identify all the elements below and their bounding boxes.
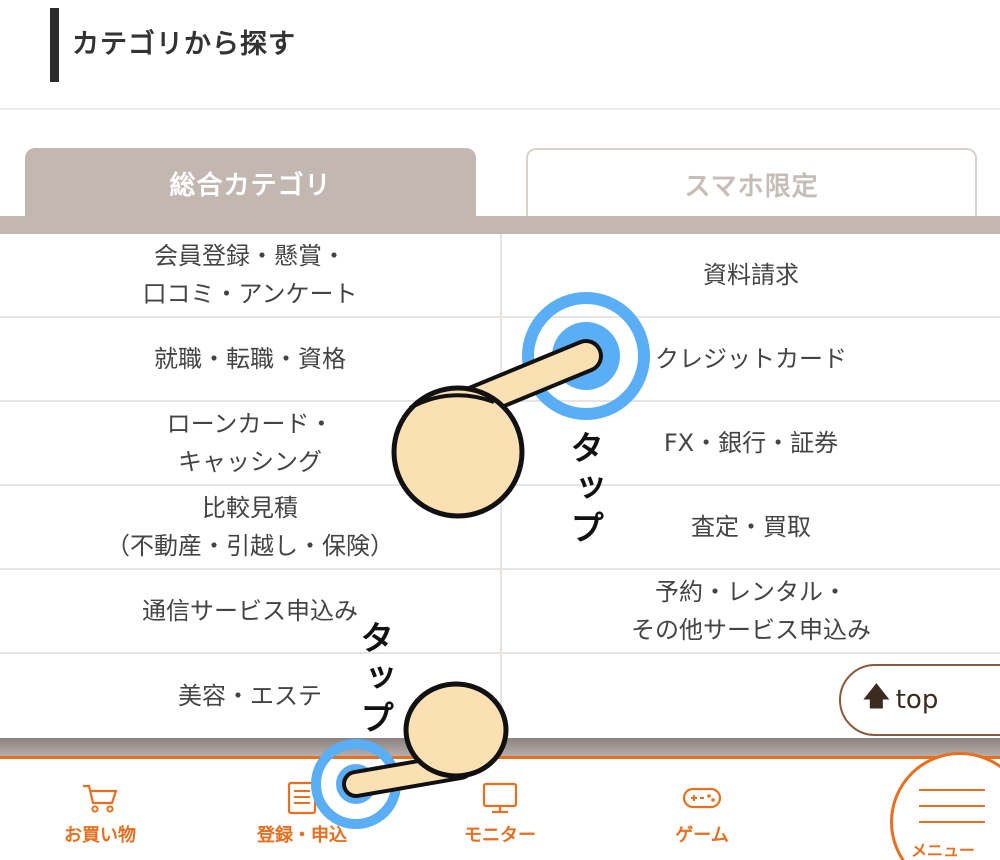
nav-monitor-label: モニター [464,825,536,846]
nav-game-label: ゲーム [675,825,729,846]
tap-label-2: タップ [354,620,394,740]
menu-label: メニュー [911,841,976,860]
category-loan-card[interactable]: ローンカード・ キャッシング [0,402,500,486]
tab-smartphone-only[interactable]: スマホ限定 [526,148,977,218]
nav-monitor[interactable]: モニター [420,781,580,847]
category-document-request[interactable]: 資料請求 [500,234,1000,318]
tab-general-category[interactable]: 総合カテゴリ [25,148,476,218]
form-icon [287,781,317,815]
tab-underline [0,216,1000,234]
back-to-top-label: top [895,685,939,715]
nav-registration-label: 登録・申込 [257,825,347,846]
arrow-up-icon: 🡅 [863,682,890,712]
nav-shopping-label: お買い物 [64,825,136,846]
cart-icon [83,784,118,813]
header-accent-bar [50,8,59,82]
tap-label-1: タップ [564,430,604,550]
hamburger-icon [919,789,985,837]
bottom-nav: お買い物 登録・申込 モニター ゲーム [0,756,1000,860]
category-credit-card[interactable]: クレジットカード [500,318,1000,402]
category-jobs[interactable]: 就職・転職・資格 [0,318,500,402]
nav-game[interactable]: ゲーム [622,781,782,847]
back-to-top-button[interactable]: 🡅 top [839,664,1000,736]
monitor-icon [482,782,518,814]
nav-shadow [0,738,1000,758]
category-beauty[interactable]: 美容・エステ [0,654,500,738]
section-header: カテゴリから探す [0,0,1000,110]
category-reservation[interactable]: 予約・レンタル・ その他サービス申込み [500,570,1000,654]
gamepad-icon [682,787,722,809]
nav-shopping[interactable]: お買い物 [20,781,180,847]
category-comparison[interactable]: 比較見積 （不動産・引越し・保険） [0,486,500,570]
category-member-registration[interactable]: 会員登録・懸賞・ 口コミ・アンケート [0,234,500,318]
nav-registration[interactable]: 登録・申込 [222,781,382,847]
page-title: カテゴリから探す [72,29,296,60]
category-telecom[interactable]: 通信サービス申込み [0,570,500,654]
